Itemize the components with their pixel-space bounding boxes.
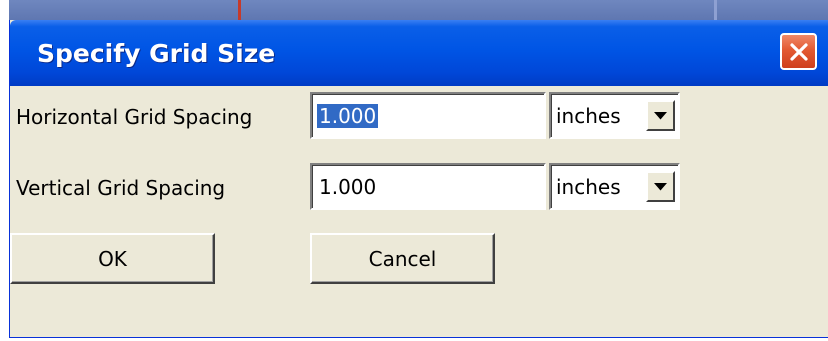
screen: Specify Grid Size Horizontal Grid Spacin… — [0, 0, 828, 341]
dialog-title: Specify Grid Size — [37, 39, 276, 68]
horizontal-unit-select[interactable]: inches — [549, 92, 680, 139]
grid-size-dialog: Specify Grid Size Horizontal Grid Spacin… — [9, 20, 828, 338]
chevron-down-icon — [654, 111, 667, 119]
vertical-spacing-input[interactable]: 1.000 — [310, 163, 546, 210]
dialog-body: Horizontal Grid Spacing 1.000 inches Ver… — [10, 86, 828, 336]
vertical-spacing-value: 1.000 — [319, 175, 377, 199]
vertical-spacing-label: Vertical Grid Spacing — [16, 176, 226, 200]
close-icon — [789, 42, 808, 61]
dialog-title-bar[interactable]: Specify Grid Size — [10, 20, 828, 86]
background-window-divider — [714, 0, 717, 20]
horizontal-spacing-label: Horizontal Grid Spacing — [16, 105, 253, 129]
cancel-button[interactable]: Cancel — [310, 233, 495, 284]
ok-button[interactable]: OK — [10, 233, 215, 284]
chevron-down-icon — [654, 182, 667, 190]
horizontal-unit-value: inches — [556, 104, 621, 128]
vertical-unit-value: inches — [556, 175, 621, 199]
close-button[interactable] — [780, 33, 817, 70]
horizontal-spacing-value: 1.000 — [317, 104, 379, 128]
horizontal-spacing-input[interactable]: 1.000 — [310, 92, 546, 139]
vertical-unit-select[interactable]: inches — [549, 163, 680, 210]
vertical-unit-dropdown-button[interactable] — [646, 171, 675, 202]
horizontal-unit-dropdown-button[interactable] — [646, 100, 675, 131]
background-window-edge — [238, 0, 241, 20]
